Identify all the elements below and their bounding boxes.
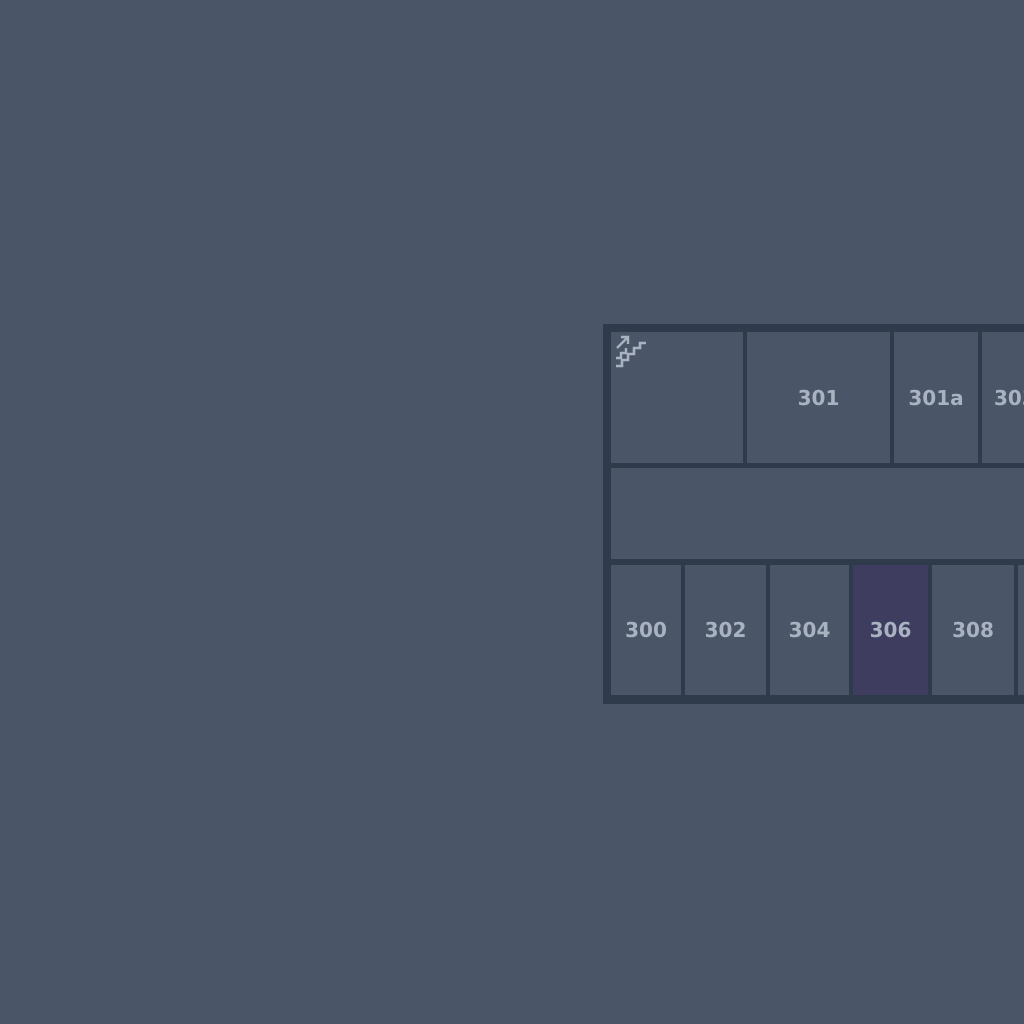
room-303[interactable]: 303: [982, 332, 1024, 463]
room-300[interactable]: 300: [611, 565, 681, 695]
room-302[interactable]: 302: [685, 565, 766, 695]
room-306-selected[interactable]: 306: [853, 565, 928, 695]
corridor: [611, 468, 1024, 559]
room-304[interactable]: 304: [770, 565, 849, 695]
room-310[interactable]: [1018, 565, 1024, 695]
floor-map[interactable]: 301 301a 303 300 302 304 306 308: [0, 0, 1024, 1024]
room-301a[interactable]: 301a: [894, 332, 978, 463]
room-308[interactable]: 308: [932, 565, 1014, 695]
stairs-icon: [616, 335, 646, 368]
room-301[interactable]: 301: [747, 332, 890, 463]
